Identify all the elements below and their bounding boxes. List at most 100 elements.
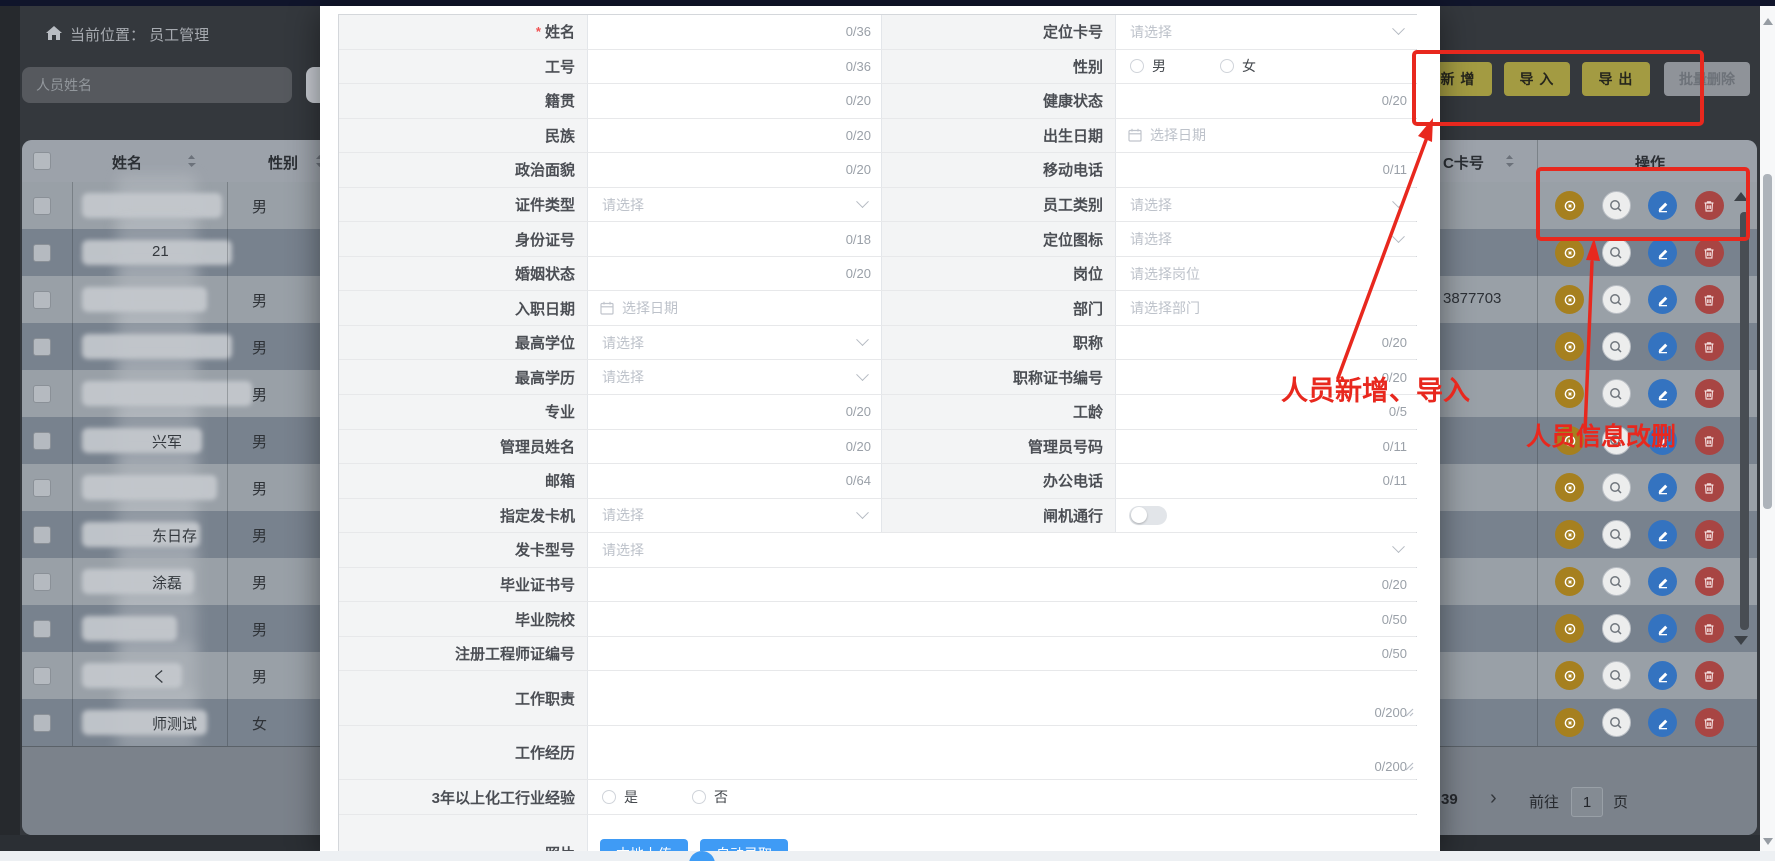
view-row-button[interactable]	[1602, 708, 1631, 737]
form-control-diploma-number[interactable]: 0/20	[588, 568, 1417, 602]
form-control-highest-degree[interactable]: 请选择	[588, 326, 882, 360]
edit-row-button[interactable]	[1648, 473, 1677, 502]
column-header-gender[interactable]: 性别	[268, 152, 298, 173]
table-scroll-down-icon[interactable]	[1734, 636, 1748, 645]
delete-row-button[interactable]	[1695, 426, 1724, 455]
form-control-major[interactable]: 0/20	[588, 395, 882, 429]
select-all-checkbox[interactable]	[33, 152, 51, 170]
sort-icon[interactable]	[1505, 154, 1514, 172]
chevron-right-icon[interactable]: ›	[1490, 787, 1497, 810]
delete-row-button[interactable]	[1695, 520, 1724, 549]
form-control-card-issuer[interactable]: 请选择	[588, 499, 882, 533]
edit-row-button[interactable]	[1648, 332, 1677, 361]
view-row-button[interactable]	[1602, 567, 1631, 596]
edit-row-button[interactable]	[1648, 614, 1677, 643]
card-row-button[interactable]	[1555, 238, 1584, 267]
row-checkbox[interactable]	[33, 385, 51, 403]
view-row-button[interactable]	[1602, 520, 1631, 549]
radio-option-否[interactable]: 否	[692, 787, 728, 807]
form-control-job-title[interactable]: 0/20	[1116, 326, 1417, 360]
column-header-card[interactable]: C卡号	[1443, 152, 1484, 173]
form-control-graduate-school[interactable]: 0/50	[588, 602, 1417, 636]
radio-option-女[interactable]: 女	[1220, 56, 1256, 76]
view-row-button[interactable]	[1602, 614, 1631, 643]
row-checkbox[interactable]	[33, 714, 51, 732]
edit-row-button[interactable]	[1648, 520, 1677, 549]
card-row-button[interactable]	[1555, 520, 1584, 549]
row-checkbox[interactable]	[33, 432, 51, 450]
card-row-button[interactable]	[1555, 708, 1584, 737]
form-control-name[interactable]: 0/36	[588, 15, 882, 49]
edit-row-button[interactable]	[1648, 661, 1677, 690]
form-control-native-place[interactable]: 0/20	[588, 84, 882, 118]
form-control-political-status[interactable]: 0/20	[588, 153, 882, 187]
form-control-employee-type[interactable]: 请选择	[1116, 188, 1417, 222]
form-control-id-number[interactable]: 0/18	[588, 222, 882, 256]
form-control-locate-card[interactable]: 请选择	[1116, 15, 1417, 49]
form-control-admin-number[interactable]: 0/11	[1116, 430, 1417, 464]
form-control-department[interactable]: 请选择部门	[1116, 291, 1417, 325]
view-row-button[interactable]	[1602, 661, 1631, 690]
card-row-button[interactable]	[1555, 285, 1584, 314]
form-control-id-type[interactable]: 请选择	[588, 188, 882, 222]
scroll-up-icon[interactable]	[1763, 18, 1773, 25]
delete-row-button[interactable]	[1695, 285, 1724, 314]
form-control-chemical-experience[interactable]: 是否	[588, 780, 1417, 814]
view-row-button[interactable]	[1602, 473, 1631, 502]
view-row-button[interactable]	[1602, 238, 1631, 267]
form-control-mobile-phone[interactable]: 0/11	[1116, 153, 1417, 187]
edit-row-button[interactable]	[1648, 285, 1677, 314]
card-row-button[interactable]	[1555, 473, 1584, 502]
form-control-hire-date[interactable]: 选择日期	[588, 291, 882, 325]
form-control-gate-access[interactable]	[1116, 499, 1417, 533]
card-row-button[interactable]	[1555, 614, 1584, 643]
card-row-button[interactable]	[1555, 661, 1584, 690]
form-control-health-status[interactable]: 0/20	[1116, 84, 1417, 118]
row-checkbox[interactable]	[33, 291, 51, 309]
view-row-button[interactable]	[1602, 332, 1631, 361]
delete-row-button[interactable]	[1695, 567, 1724, 596]
edit-row-button[interactable]	[1648, 567, 1677, 596]
row-checkbox[interactable]	[33, 526, 51, 544]
form-control-ethnicity[interactable]: 0/20	[588, 119, 882, 153]
form-control-engineer-cert-number[interactable]: 0/50	[588, 637, 1417, 671]
gate-access-toggle[interactable]	[1129, 506, 1167, 525]
row-checkbox[interactable]	[33, 667, 51, 685]
form-control-card-model[interactable]: 请选择	[588, 533, 1417, 567]
edit-row-button[interactable]	[1648, 238, 1677, 267]
form-control-work-id[interactable]: 0/36	[588, 50, 882, 84]
form-control-highest-education[interactable]: 请选择	[588, 360, 882, 394]
form-control-office-phone[interactable]: 0/11	[1116, 464, 1417, 498]
delete-row-button[interactable]	[1695, 661, 1724, 690]
scroll-down-icon[interactable]	[1763, 838, 1773, 845]
table-scrollbar-thumb[interactable]	[1740, 212, 1749, 630]
row-checkbox[interactable]	[33, 244, 51, 262]
delete-row-button[interactable]	[1695, 614, 1724, 643]
radio-option-男[interactable]: 男	[1130, 56, 1166, 76]
row-checkbox[interactable]	[33, 479, 51, 497]
view-row-button[interactable]	[1602, 285, 1631, 314]
form-control-work-experience[interactable]: 0/200	[588, 726, 1417, 780]
row-checkbox[interactable]	[33, 338, 51, 356]
page-number[interactable]: 39	[1441, 791, 1458, 808]
delete-row-button[interactable]	[1695, 238, 1724, 267]
delete-row-button[interactable]	[1695, 379, 1724, 408]
form-control-post[interactable]: 请选择岗位	[1116, 257, 1417, 291]
column-header-name[interactable]: 姓名	[112, 152, 142, 173]
row-checkbox[interactable]	[33, 573, 51, 591]
form-control-gender[interactable]: 男女	[1116, 50, 1417, 84]
form-control-marital-status[interactable]: 0/20	[588, 257, 882, 291]
goto-page-input[interactable]: 1	[1571, 787, 1603, 817]
row-checkbox[interactable]	[33, 620, 51, 638]
sort-icon[interactable]	[187, 154, 196, 172]
edit-row-button[interactable]	[1648, 708, 1677, 737]
search-input[interactable]	[22, 67, 292, 103]
card-row-button[interactable]	[1555, 567, 1584, 596]
horizontal-scrollbar-area[interactable]	[0, 851, 1775, 861]
row-checkbox[interactable]	[33, 197, 51, 215]
card-row-button[interactable]	[1555, 332, 1584, 361]
form-control-email[interactable]: 0/64	[588, 464, 882, 498]
form-control-job-duty[interactable]: 0/200	[588, 671, 1417, 725]
view-row-button[interactable]	[1602, 379, 1631, 408]
edit-row-button[interactable]	[1648, 379, 1677, 408]
